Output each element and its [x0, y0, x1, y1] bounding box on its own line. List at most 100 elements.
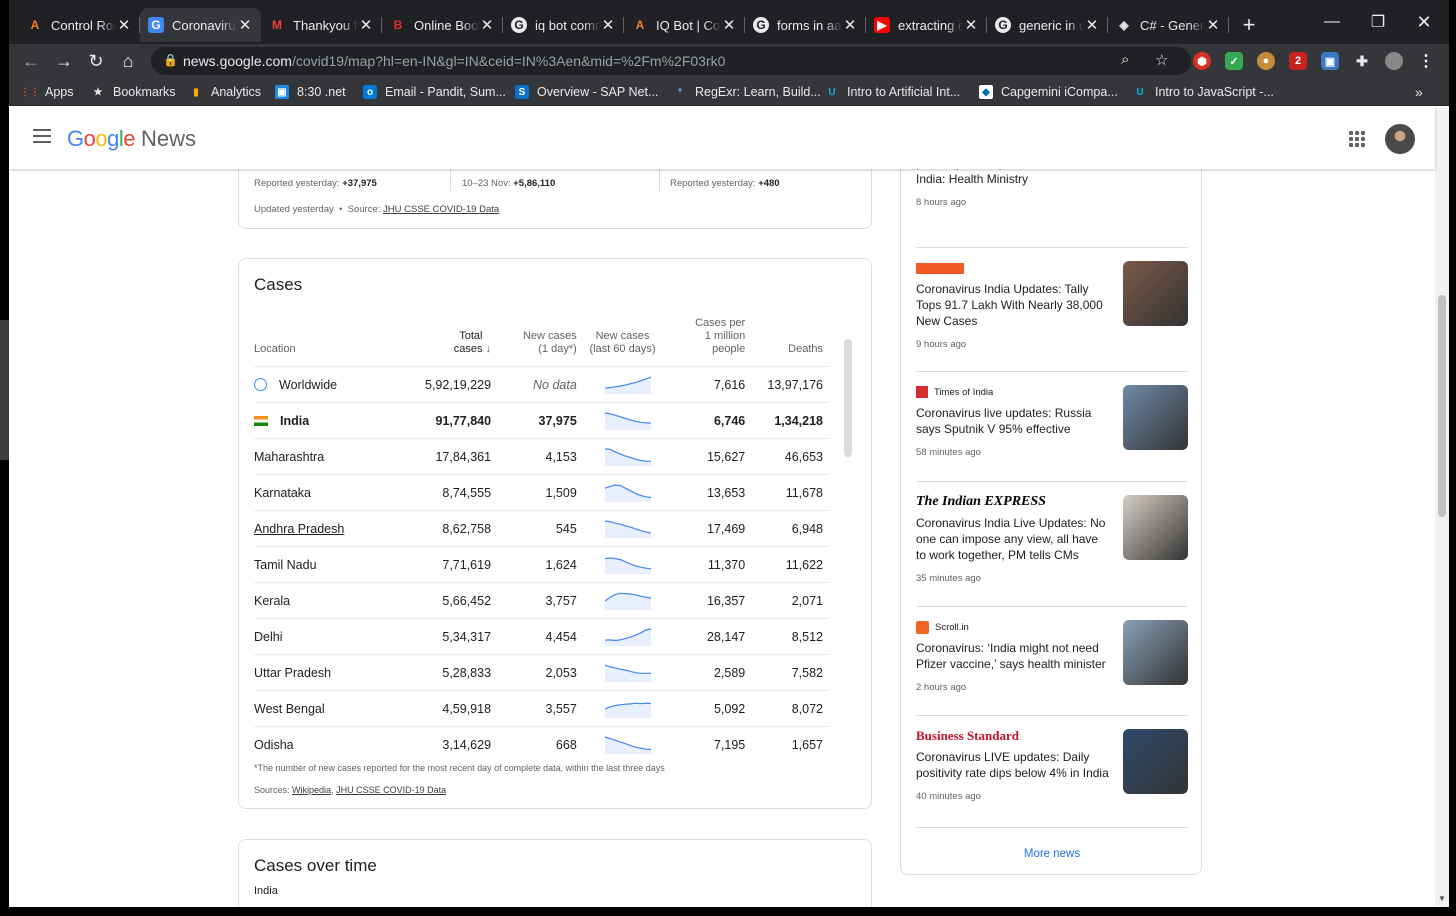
bookmark-1[interactable]: ★ Bookmarks — [91, 83, 176, 101]
cell-location[interactable]: Delhi — [254, 618, 406, 655]
bookmark-0[interactable]: ⋮⋮ Apps — [20, 83, 74, 101]
news-article[interactable]: Business Standard Coronavirus LIVE update… — [916, 728, 1188, 802]
cell-location[interactable]: Tamil Nadu — [254, 546, 406, 583]
tab-close-icon[interactable]: ✕ — [358, 16, 374, 34]
bookmarks-overflow-icon[interactable]: » — [1415, 83, 1423, 101]
home-icon[interactable]: ⌂ — [114, 47, 142, 75]
col-deaths[interactable]: Deaths — [745, 317, 829, 367]
jhu-source-link[interactable]: JHU CSSE COVID-19 Data — [383, 204, 499, 215]
bookmark-8[interactable]: ◆ Capgemini iCompa... — [979, 83, 1118, 101]
back-icon[interactable]: ← — [17, 47, 45, 75]
news-thumbnail[interactable] — [1123, 620, 1188, 685]
table-row[interactable]: Delhi 5,34,317 4,454 28,147 8,512 — [254, 618, 829, 655]
table-row[interactable]: Uttar Pradesh 5,28,833 2,053 2,589 7,582 — [254, 654, 829, 691]
table-row[interactable]: Odisha 3,14,629 668 7,195 1,657 — [254, 726, 829, 763]
news-headline[interactable]: Coronavirus live updates: Russia says Sp… — [916, 405, 1111, 437]
profile-avatar[interactable] — [1385, 52, 1403, 70]
tab-close-icon[interactable]: ✕ — [600, 16, 616, 34]
news-thumbnail[interactable] — [1123, 385, 1188, 450]
address-bar[interactable]: 🔒 news.google.com/covid19/map?hl=en-IN&g… — [151, 47, 1191, 75]
cell-location[interactable]: West Bengal — [254, 690, 406, 727]
bookmark-3[interactable]: ▣ 8:30 .net — [275, 83, 346, 101]
tab-4[interactable]: Giq bot commands✕ — [503, 8, 624, 42]
news-article[interactable]: Times of India Coronavirus live updates: … — [916, 385, 1188, 458]
tab-5[interactable]: A IQ Bot | Control✕ — [624, 8, 745, 42]
bookmark-4[interactable]: o Email - Pandit, Sum... — [363, 83, 506, 101]
cell-location[interactable]: Worldwide — [254, 366, 406, 403]
bookmark-star-icon[interactable]: ☆ — [1155, 51, 1168, 69]
bookmark-6[interactable]: * RegExr: Learn, Build... — [673, 83, 821, 101]
col-location[interactable]: Location — [254, 317, 405, 367]
cell-location[interactable]: India — [254, 402, 406, 439]
bookmark-7[interactable]: U Intro to Artificial Int... — [825, 83, 960, 101]
table-row[interactable]: Karnataka 8,74,555 1,509 13,653 11,678 — [254, 474, 829, 511]
google-apps-icon[interactable] — [1349, 131, 1365, 147]
tab-8[interactable]: Ggeneric in c#✕ — [987, 8, 1108, 42]
news-headline[interactable]: Coronavirus India Updates: Tally Tops 91… — [916, 281, 1111, 329]
extension-cookie-icon[interactable]: ● — [1257, 52, 1275, 70]
tab-close-icon[interactable]: ✕ — [237, 16, 253, 34]
tab-close-icon[interactable]: ✕ — [721, 16, 737, 34]
tab-7[interactable]: ▶ extracting data✕ — [866, 8, 987, 42]
news-article[interactable]: Coronavirus India Updates: Tally Tops 91… — [916, 261, 1188, 350]
tab-close-icon[interactable]: ✕ — [479, 16, 495, 34]
page-scrollbar[interactable]: ▼ — [1435, 107, 1449, 907]
tab-close-icon[interactable]: ✕ — [963, 16, 979, 34]
menu-kebab-icon[interactable]: ⋮ — [1417, 52, 1435, 70]
close-window-button[interactable]: ✕ — [1401, 0, 1447, 44]
tab-6[interactable]: Gforms in aa ✕ — [745, 8, 866, 42]
news-thumbnail[interactable] — [1123, 729, 1188, 794]
main-menu-icon[interactable] — [33, 129, 51, 143]
extension-screen-icon[interactable]: ▣ — [1321, 52, 1339, 70]
tab-close-icon[interactable]: ✕ — [1084, 16, 1100, 34]
table-row[interactable]: India 91,77,840 37,975 6,746 1,34,218 — [254, 402, 829, 439]
news-headline[interactable]: Coronavirus LIVE updates: Daily positivi… — [916, 749, 1111, 781]
restore-button[interactable]: ❐ — [1355, 0, 1401, 44]
col-new-cases[interactable]: New cases (1 day*) — [491, 317, 577, 367]
cell-location[interactable]: Maharashtra — [254, 438, 406, 475]
bookmark-2[interactable]: ▮ Analytics — [189, 83, 261, 101]
tab-3[interactable]: B Online Booking✕ — [382, 8, 503, 42]
news-article[interactable]: Scroll.in Coronavirus: ‘India might not n… — [916, 620, 1188, 693]
tab-close-icon[interactable]: ✕ — [116, 16, 132, 34]
tab-2[interactable]: M Thankyou for✕ — [261, 8, 382, 42]
bookmark-9[interactable]: U Intro to JavaScript -... — [1133, 83, 1273, 101]
news-thumbnail[interactable] — [1123, 495, 1188, 560]
zoom-icon[interactable]: ⌕ — [1121, 51, 1129, 68]
extension-shield-icon[interactable]: ✓ — [1225, 52, 1243, 70]
google-news-logo[interactable]: Google News — [67, 126, 196, 152]
jhu-link[interactable]: JHU CSSE COVID-19 Data — [336, 785, 446, 795]
news-article[interactable]: The Indian EXPRESS Coronavirus India Live… — [916, 494, 1188, 584]
url-text[interactable]: news.google.com/covid19/map?hl=en-IN&gl=… — [183, 53, 725, 69]
extension-adblock-icon[interactable]: ⬢ — [1193, 52, 1211, 70]
cell-location[interactable]: Karnataka — [254, 474, 406, 511]
table-scrollbar[interactable] — [844, 339, 852, 457]
extension-abp-icon[interactable]: 2 — [1289, 52, 1307, 70]
col-per-million[interactable]: Cases per 1 million people — [657, 317, 745, 367]
minimize-button[interactable]: — — [1309, 0, 1355, 44]
bookmark-5[interactable]: S Overview - SAP Net... — [515, 83, 658, 101]
reload-icon[interactable]: ↻ — [82, 47, 110, 75]
tab-9[interactable]: ◈ C# - Generics✕ — [1108, 8, 1229, 42]
table-row[interactable]: Kerala 5,66,452 3,757 16,357 2,071 — [254, 582, 829, 619]
account-avatar[interactable] — [1385, 124, 1415, 154]
table-row[interactable]: Worldwide 5,92,19,229 No data 7,616 13,97,17… — [254, 366, 829, 403]
table-row[interactable]: Maharashtra 17,84,361 4,153 15,627 46,653 — [254, 438, 829, 475]
page-scrollbar-thumb[interactable] — [1438, 295, 1446, 517]
tab-0[interactable]: A Control Room✕ — [19, 8, 140, 42]
scroll-down-icon[interactable]: ▼ — [1438, 894, 1446, 903]
tab-1[interactable]: G Coronavirus (COVID-19)✕ — [140, 8, 261, 42]
cell-location[interactable]: Andhra Pradesh — [254, 510, 406, 547]
wikipedia-link[interactable]: Wikipedia — [292, 785, 331, 795]
cell-location[interactable]: Uttar Pradesh — [254, 654, 406, 691]
cell-location[interactable]: Odisha — [254, 726, 406, 763]
col-total-cases[interactable]: Total cases ↓ — [405, 317, 491, 367]
extensions-puzzle-icon[interactable]: ✚ — [1353, 52, 1371, 70]
news-thumbnail[interactable] — [1123, 261, 1188, 326]
tab-close-icon[interactable]: ✕ — [842, 16, 858, 34]
table-row[interactable]: Tamil Nadu 7,71,619 1,624 11,370 11,622 — [254, 546, 829, 583]
news-headline[interactable]: Coronavirus India Live Updates: No one c… — [916, 515, 1111, 563]
cell-location[interactable]: Kerala — [254, 582, 406, 619]
tab-close-icon[interactable]: ✕ — [1205, 16, 1221, 34]
table-row[interactable]: West Bengal 4,59,918 3,557 5,092 8,072 — [254, 690, 829, 727]
